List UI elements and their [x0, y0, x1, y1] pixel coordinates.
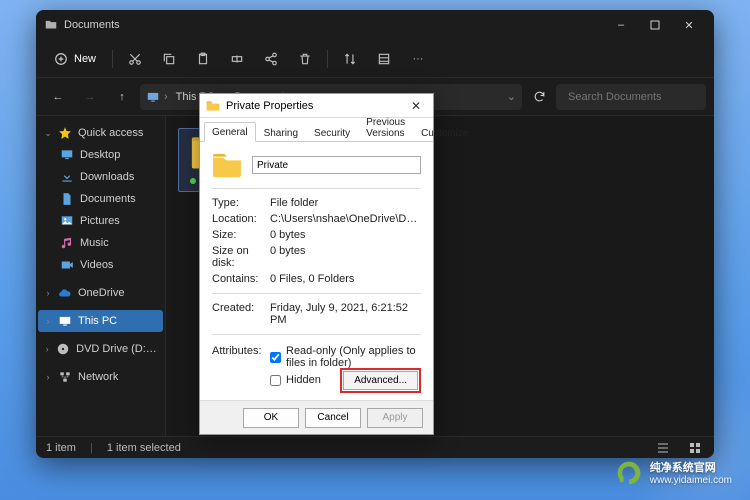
sidebar-item-pictures[interactable]: Pictures — [38, 210, 163, 232]
star-icon — [58, 126, 72, 140]
sidebar-quick-access[interactable]: ⌄Quick access — [38, 122, 163, 144]
close-button[interactable]: ✕ — [672, 11, 706, 39]
dialog-footer: OK Cancel Apply — [200, 400, 433, 434]
dialog-body: Type:File folder Location:C:\Users\nshae… — [200, 142, 433, 399]
label-contains: Contains: — [212, 273, 270, 285]
folder-icon — [44, 18, 58, 32]
dialog-tabs: General Sharing Security Previous Versio… — [200, 118, 433, 142]
cloud-icon — [58, 286, 72, 300]
sidebar-item-music[interactable]: Music — [38, 232, 163, 254]
label-created: Created: — [212, 302, 270, 326]
sidebar-onedrive[interactable]: ›OneDrive — [38, 282, 163, 304]
sidebar-dvd[interactable]: ›DVD Drive (D:) ESD-I — [38, 338, 163, 360]
search-input[interactable] — [568, 91, 710, 103]
share-button[interactable] — [255, 45, 287, 73]
status-bar: 1 item | 1 item selected — [36, 436, 714, 458]
sidebar: ⌄Quick access Desktop Downloads Document… — [36, 116, 166, 436]
view-button[interactable] — [368, 45, 400, 73]
pc-icon — [146, 90, 160, 104]
watermark-logo-icon — [616, 460, 642, 486]
toolbar: New ··· — [36, 40, 714, 78]
rename-button[interactable] — [221, 45, 253, 73]
picture-icon — [60, 214, 74, 228]
folder-icon — [212, 152, 242, 178]
properties-dialog: Private Properties ✕ General Sharing Sec… — [199, 93, 434, 435]
advanced-button[interactable]: Advanced... — [343, 371, 418, 390]
sidebar-network[interactable]: ›Network — [38, 366, 163, 388]
apply-button[interactable]: Apply — [367, 408, 423, 428]
tab-previous-versions[interactable]: Previous Versions — [358, 112, 413, 142]
folder-icon — [206, 100, 220, 112]
readonly-checkbox[interactable] — [270, 352, 281, 363]
watermark-url: www.yidaimei.com — [650, 475, 732, 486]
label-type: Type: — [212, 197, 270, 209]
readonly-checkbox-row[interactable]: Read-only (Only applies to files in fold… — [270, 345, 421, 369]
minimize-button[interactable]: – — [604, 11, 638, 39]
video-icon — [60, 258, 74, 272]
desktop-icon — [60, 148, 74, 162]
value-created: Friday, July 9, 2021, 6:21:52 PM — [270, 302, 421, 326]
new-button[interactable]: New — [44, 46, 106, 72]
selected-count: 1 item selected — [107, 442, 181, 454]
paste-button[interactable] — [187, 45, 219, 73]
value-size-on-disk: 0 bytes — [270, 245, 421, 269]
maximize-button[interactable] — [638, 11, 672, 39]
refresh-button[interactable] — [526, 84, 552, 110]
sort-button[interactable] — [334, 45, 366, 73]
sidebar-item-videos[interactable]: Videos — [38, 254, 163, 276]
disc-icon — [56, 342, 70, 356]
value-location: C:\Users\nshae\OneDrive\Documents — [270, 213, 421, 225]
copy-button[interactable] — [153, 45, 185, 73]
new-label: New — [74, 53, 96, 65]
sidebar-this-pc[interactable]: ›This PC — [38, 310, 163, 332]
chevron-down-icon[interactable]: ⌄ — [507, 90, 516, 103]
value-type: File folder — [270, 197, 421, 209]
sidebar-item-desktop[interactable]: Desktop — [38, 144, 163, 166]
icons-view-button[interactable] — [686, 440, 704, 456]
label-size-on-disk: Size on disk: — [212, 245, 270, 269]
watermark: 纯净系统官网 www.yidaimei.com — [616, 459, 732, 486]
download-icon — [60, 170, 74, 184]
delete-button[interactable] — [289, 45, 321, 73]
sidebar-item-documents[interactable]: Documents — [38, 188, 163, 210]
plus-icon — [54, 52, 68, 66]
document-icon — [60, 192, 74, 206]
titlebar: Documents – ✕ — [36, 10, 714, 40]
label-size: Size: — [212, 229, 270, 241]
tab-general[interactable]: General — [204, 122, 256, 142]
label-attributes: Attributes: — [212, 345, 270, 357]
tab-sharing[interactable]: Sharing — [256, 123, 306, 142]
forward-button[interactable]: → — [76, 83, 104, 111]
status-dot-icon — [190, 178, 196, 184]
details-view-button[interactable] — [654, 440, 672, 456]
up-button[interactable]: ↑ — [108, 83, 136, 111]
tab-customize[interactable]: Customize — [413, 123, 476, 142]
dialog-title: Private Properties — [226, 100, 399, 112]
chevron-right-icon: › — [164, 91, 168, 103]
watermark-brand: 纯净系统官网 — [650, 462, 716, 474]
advanced-highlight: Advanced... — [340, 368, 421, 393]
value-size: 0 bytes — [270, 229, 421, 241]
label-location: Location: — [212, 213, 270, 225]
music-icon — [60, 236, 74, 250]
search-box[interactable] — [556, 84, 706, 110]
cut-button[interactable] — [119, 45, 151, 73]
hidden-checkbox[interactable] — [270, 375, 281, 386]
network-icon — [58, 370, 72, 384]
value-contains: 0 Files, 0 Folders — [270, 273, 421, 285]
item-count: 1 item — [46, 442, 76, 454]
back-button[interactable]: ← — [44, 83, 72, 111]
sidebar-item-downloads[interactable]: Downloads — [38, 166, 163, 188]
window-title: Documents — [64, 19, 604, 31]
tab-security[interactable]: Security — [306, 123, 358, 142]
more-button[interactable]: ··· — [402, 45, 434, 73]
ok-button[interactable]: OK — [243, 408, 299, 428]
folder-name-input[interactable] — [252, 156, 421, 174]
separator — [327, 50, 328, 68]
separator — [112, 50, 113, 68]
cancel-button[interactable]: Cancel — [305, 408, 361, 428]
pc-icon — [58, 314, 72, 328]
